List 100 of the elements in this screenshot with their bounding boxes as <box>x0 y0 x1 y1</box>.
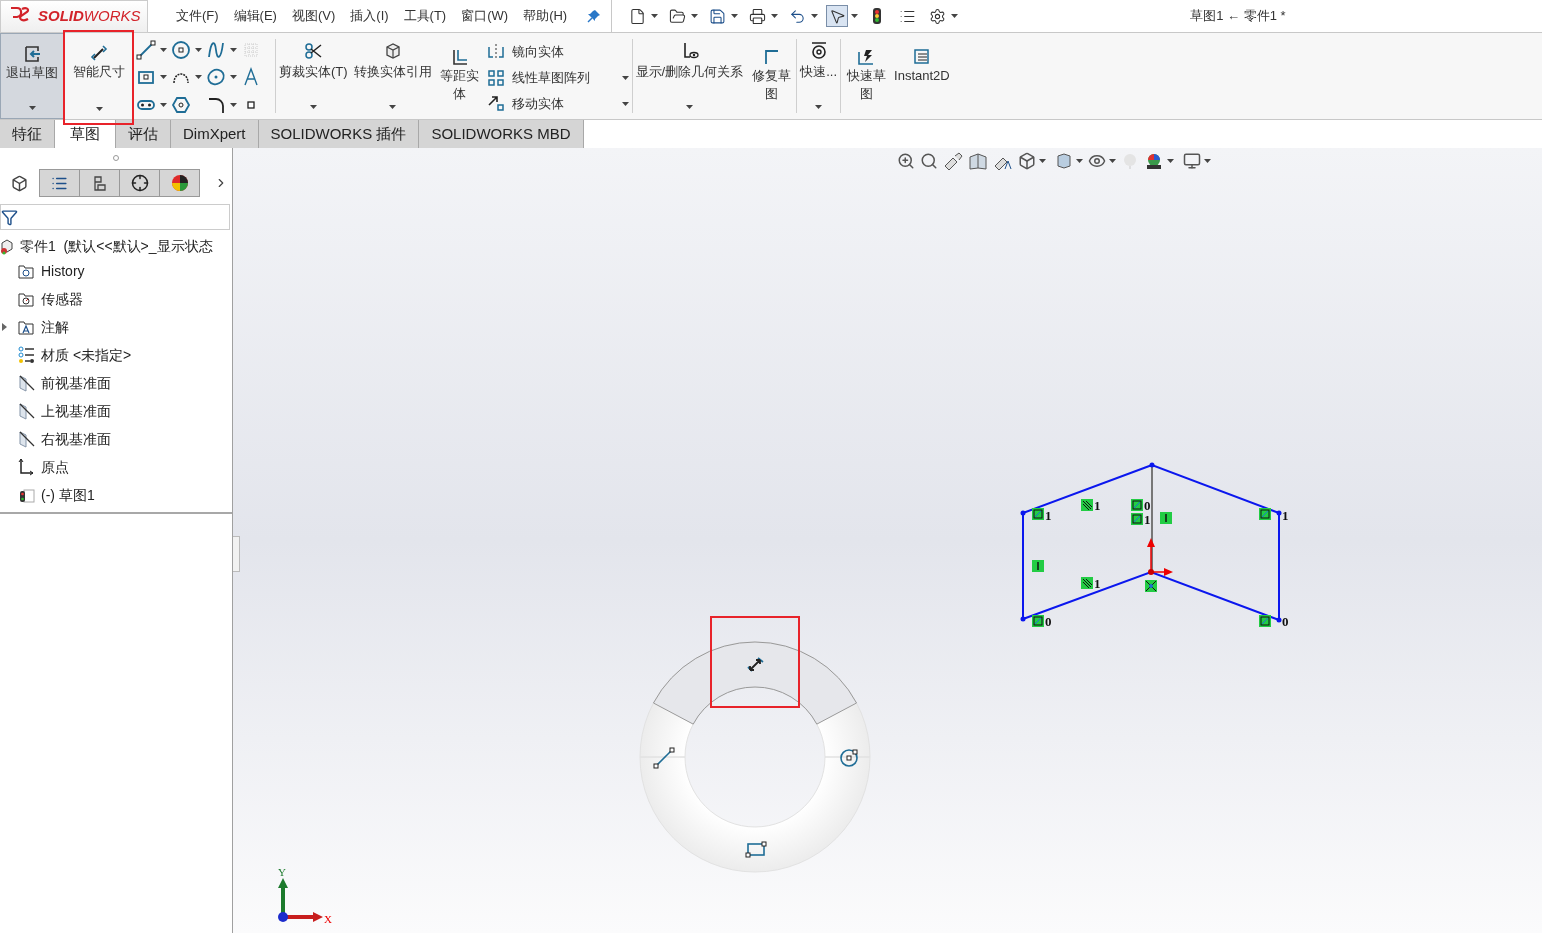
caret-icon[interactable] <box>1109 159 1116 163</box>
dimension-icon[interactable] <box>747 657 764 672</box>
menu-item[interactable]: 文件(F) <box>176 6 219 26</box>
caret-icon[interactable] <box>691 14 699 18</box>
ribbon-list-button[interactable]: 移动实体 <box>511 94 616 114</box>
ribbon-list-button[interactable]: 线性草图阵列 <box>511 68 616 88</box>
caret-icon[interactable] <box>651 14 659 18</box>
exit-sketch-button[interactable]: 退出草图 <box>0 33 64 119</box>
coincident-relation-icon[interactable] <box>1259 615 1271 627</box>
monitor-icon[interactable] <box>1183 152 1201 170</box>
ribbon-button[interactable]: 修复草图 <box>749 67 794 103</box>
caret-icon[interactable] <box>771 14 779 18</box>
caret-icon[interactable] <box>951 14 959 18</box>
caret-icon[interactable] <box>621 76 629 80</box>
origin-relation-icon[interactable] <box>1145 580 1157 592</box>
text-icon[interactable] <box>241 67 261 88</box>
caret-icon[interactable] <box>811 14 819 18</box>
caret-icon[interactable] <box>685 105 693 109</box>
vertical-relation-icon[interactable] <box>1160 512 1172 524</box>
tree-item-label[interactable]: (-) 草图1 <box>41 484 95 506</box>
pin-icon[interactable] <box>587 9 602 23</box>
ribbon-button[interactable]: Instant2D <box>894 67 950 85</box>
coincident-relation-icon[interactable] <box>1131 513 1143 525</box>
menu-item[interactable]: 工具(T) <box>403 6 447 26</box>
menu-item[interactable]: 视图(V) <box>291 6 336 26</box>
section-view-icon[interactable] <box>968 152 988 170</box>
caret-icon[interactable] <box>1039 159 1046 163</box>
tree-item-label[interactable]: 材质 <未指定> <box>41 344 132 366</box>
graphics-area[interactable]: 1 1 0 1 1 1 0 0 Y X <box>233 148 1542 933</box>
caret-icon[interactable] <box>160 48 167 52</box>
caret-icon[interactable] <box>195 75 202 80</box>
caret-icon[interactable] <box>95 107 103 111</box>
circle-icon[interactable] <box>171 40 191 60</box>
caret-icon[interactable] <box>230 48 237 52</box>
ribbon-button[interactable]: 快速... <box>800 63 838 81</box>
caret-icon[interactable] <box>1204 159 1211 163</box>
panel-tab[interactable] <box>120 169 160 197</box>
ellipse-icon[interactable] <box>206 67 226 88</box>
display-style-icon[interactable] <box>1055 152 1073 170</box>
caret-icon[interactable] <box>621 102 629 106</box>
view-orientation-icon[interactable] <box>1018 152 1036 170</box>
caret-icon[interactable] <box>1076 159 1083 163</box>
caret-icon[interactable] <box>230 75 237 80</box>
tree-item-label[interactable]: 右视基准面 <box>41 428 111 450</box>
search-icon[interactable] <box>920 152 938 170</box>
coincident-relation-icon[interactable] <box>1032 508 1044 520</box>
line-icon[interactable] <box>136 40 156 60</box>
caret-icon[interactable] <box>389 105 397 109</box>
highlighted-segment[interactable] <box>652 641 858 725</box>
tree-item-label[interactable]: 原点 <box>41 456 69 478</box>
tree-item-label[interactable]: 注解 <box>41 316 69 338</box>
ribbon-button[interactable]: 快速草图 <box>844 67 889 103</box>
coincident-relation-icon[interactable] <box>1032 615 1044 627</box>
caret-icon[interactable] <box>731 14 739 18</box>
pointer-icon[interactable] <box>826 5 849 27</box>
panel-tab[interactable] <box>160 169 200 197</box>
tree-item-label[interactable]: History <box>41 260 85 282</box>
ribbon-tab[interactable]: SOLIDWORKS 插件 <box>258 120 420 148</box>
zoom-icon[interactable] <box>897 152 915 170</box>
eye-icon[interactable] <box>1088 152 1106 170</box>
menu-item[interactable]: 帮助(H) <box>523 6 568 26</box>
menu-item[interactable]: 编辑(E) <box>233 6 277 26</box>
caret-icon[interactable] <box>160 102 167 107</box>
ribbon-button[interactable]: 显示/删除几何关系 <box>635 63 744 81</box>
expand-arrow-icon[interactable] <box>2 323 7 331</box>
ribbon-button[interactable]: 转换实体引用 <box>353 63 432 81</box>
caret-icon[interactable] <box>160 75 167 80</box>
parallel-relation-icon[interactable] <box>1081 499 1093 511</box>
caret-icon[interactable] <box>309 105 317 109</box>
parallel-relation-icon[interactable] <box>1081 577 1093 589</box>
coincident-relation-icon[interactable] <box>1131 499 1143 511</box>
ribbon-list-button[interactable]: 镜向实体 <box>511 42 616 62</box>
tree-item-label[interactable]: 前视基准面 <box>41 372 111 394</box>
panel-handle[interactable] <box>233 536 240 572</box>
flashlight-icon[interactable] <box>943 152 963 170</box>
caret-icon[interactable] <box>195 48 202 52</box>
tree-item-label[interactable]: 零件1 (默认<<默认>_显示状态 <box>20 235 213 257</box>
polygon-icon[interactable] <box>171 94 191 115</box>
caret-icon[interactable] <box>815 105 823 109</box>
rectangle-icon[interactable] <box>745 841 767 858</box>
circle-icon[interactable] <box>840 749 858 767</box>
ribbon-tab[interactable]: SOLIDWORKS MBD <box>419 120 584 148</box>
coincident-relation-icon[interactable] <box>1259 508 1271 520</box>
ribbon-tab[interactable]: DimXpert <box>171 120 259 148</box>
ribbon-button[interactable]: 剪裁实体(T) <box>279 63 348 81</box>
tree-item-label[interactable]: 上视基准面 <box>41 400 111 422</box>
menu-item[interactable]: 窗口(W) <box>461 6 509 26</box>
tree-item-label[interactable]: 传感器 <box>41 288 83 310</box>
spline-icon[interactable] <box>206 40 226 60</box>
caret-icon[interactable] <box>28 106 36 110</box>
smart-dimension-button[interactable]: 智能尺寸 <box>71 43 127 81</box>
vertical-relation-icon[interactable] <box>1032 560 1044 572</box>
caret-icon[interactable] <box>230 102 237 107</box>
ribbon-tab[interactable]: 评估 <box>116 120 171 148</box>
caret-icon[interactable] <box>1167 159 1174 163</box>
ribbon-button[interactable]: 等距实体 <box>437 67 482 103</box>
scene-icon[interactable] <box>1144 152 1164 170</box>
ribbon-tab[interactable]: 特征 <box>0 120 55 148</box>
menu-item[interactable]: 插入(I) <box>350 6 389 26</box>
panel-tab[interactable] <box>40 169 80 197</box>
